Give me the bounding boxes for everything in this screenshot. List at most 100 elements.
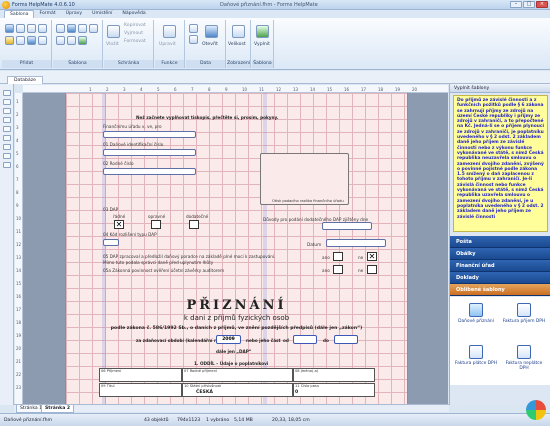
pointer-tool-icon[interactable] <box>3 90 11 96</box>
database-icon[interactable] <box>189 24 198 33</box>
checkbox-tool-icon[interactable] <box>3 126 11 132</box>
auditor-yes-checkbox[interactable] <box>333 265 343 274</box>
dap-regular-label: řádné <box>113 214 126 219</box>
canvas-area[interactable]: Než začnete vyplňovat tiskopis, přečtěte… <box>23 93 448 404</box>
nav-obalky[interactable]: Obálky <box>450 248 550 260</box>
menu-napoveda[interactable]: Nápověda <box>117 10 150 18</box>
add-field-icon[interactable] <box>27 36 36 45</box>
add-checkbox-icon[interactable] <box>27 24 36 33</box>
auditor-label: 05a Zákonná povinnost ověření účetní záv… <box>103 268 225 273</box>
box-tool-icon[interactable] <box>3 108 11 114</box>
copy-button[interactable]: Vyjmout <box>124 31 143 36</box>
dic-field[interactable] <box>103 149 196 156</box>
ruler-number: 15 <box>327 87 333 92</box>
from-date-field[interactable] <box>293 335 317 344</box>
ribbon-group-zobrazeni: Velikost Zobrazení <box>227 20 251 68</box>
page-tab-2[interactable]: Stránka 2 <box>41 405 75 413</box>
ruler-number: 8 <box>208 87 211 92</box>
office-field[interactable] <box>103 131 196 138</box>
dap-additional-checkbox[interactable] <box>189 220 199 229</box>
dap-corrective-checkbox[interactable] <box>151 220 161 229</box>
code-field[interactable] <box>103 239 119 246</box>
open-data-icon[interactable] <box>205 25 218 38</box>
edit-icon[interactable] <box>163 25 176 38</box>
to-date-field[interactable] <box>334 335 358 344</box>
birth-surname-label: 07 Rodné příjmení <box>184 369 217 373</box>
add-text-icon[interactable] <box>5 24 14 33</box>
cut-button[interactable]: Kopírovat <box>124 23 146 28</box>
ribbon-group-pridat: Přidat <box>2 20 52 68</box>
preview-icon[interactable] <box>78 36 87 45</box>
add-line-icon[interactable] <box>38 24 47 33</box>
surname-label: 06 Příjmení <box>101 369 122 373</box>
open-template-icon[interactable] <box>67 24 76 33</box>
edit-button[interactable]: Upravit <box>159 42 176 47</box>
template-item[interactable]: Daňové přiznání <box>454 303 498 343</box>
rc-field[interactable] <box>103 168 196 175</box>
add-image-icon[interactable] <box>5 36 14 45</box>
save-template-icon[interactable] <box>78 24 87 33</box>
dap-regular-checkbox[interactable]: ✕ <box>114 220 124 229</box>
nav-financni-urad[interactable]: Finanční úřad <box>450 260 550 272</box>
panel-title: Vyplnit šablony <box>454 86 490 91</box>
fill-icon[interactable] <box>256 25 269 38</box>
ruler-number: 14 <box>16 268 22 273</box>
reason-date-field[interactable] <box>322 222 372 230</box>
redo-icon[interactable] <box>67 36 76 45</box>
close-button[interactable]: × <box>536 1 548 8</box>
tab-databaze[interactable]: Databáze <box>7 76 43 84</box>
maximize-button[interactable]: □ <box>523 1 535 8</box>
template-item[interactable]: Faktura plátce DPH <box>454 345 498 385</box>
zoom-icon[interactable] <box>232 25 245 38</box>
open-button[interactable]: Otevřít <box>202 42 218 47</box>
add-box-icon[interactable] <box>16 24 25 33</box>
document-icon <box>469 345 483 359</box>
chart-icon[interactable] <box>526 400 546 420</box>
menu-upravy[interactable]: Úpravy <box>61 10 87 18</box>
add-shape-icon[interactable] <box>38 36 47 45</box>
form-page[interactable]: Než začnete vyplňovat tiskopis, přečtěte… <box>65 93 408 404</box>
nav-oblibene-sablony[interactable]: Oblíbené šablony <box>450 284 550 296</box>
template-item[interactable]: Faktura neplátce DPH <box>502 345 546 385</box>
menu-sablona[interactable]: Šablona <box>4 10 35 18</box>
nav-doklady[interactable]: Doklady <box>450 272 550 284</box>
advisor-yes-checkbox[interactable] <box>333 252 343 261</box>
format-button[interactable]: Formovat <box>124 39 146 44</box>
document-title: Daňové přiznání.fhm - Forms HelpMate <box>220 2 318 8</box>
advisor-no-checkbox[interactable]: ✕ <box>367 252 377 261</box>
menu-format[interactable]: Formát <box>34 10 60 18</box>
add-table-icon[interactable] <box>16 36 25 45</box>
field-tool-icon[interactable] <box>3 153 11 159</box>
size-button[interactable]: Velikost <box>228 42 246 47</box>
table-tool-icon[interactable] <box>3 144 11 150</box>
ruler-number: 12 <box>276 87 282 92</box>
year-field[interactable]: 2009 <box>216 335 241 344</box>
date-field[interactable] <box>326 239 386 247</box>
ruler-number: 19 <box>395 87 401 92</box>
ruler-number: 13 <box>16 255 22 260</box>
nav-posta[interactable]: Pošta <box>450 236 550 248</box>
print-icon[interactable] <box>89 24 98 33</box>
menu-umisteni[interactable]: Umístění <box>87 10 117 18</box>
stamp-label: Otisk podacího razítka finančního úřadu <box>272 199 344 203</box>
auditor-no-checkbox[interactable] <box>367 265 377 274</box>
line-tool-icon[interactable] <box>3 117 11 123</box>
fill-button[interactable]: Vyplnit <box>254 42 270 47</box>
paste-icon[interactable] <box>107 25 120 38</box>
minimize-button[interactable]: – <box>510 1 522 8</box>
new-template-icon[interactable] <box>56 24 65 33</box>
image-tool-icon[interactable] <box>3 135 11 141</box>
import-icon[interactable] <box>189 35 198 44</box>
ribbon-group-label: Schránka <box>104 60 153 68</box>
ruler-number: 21 <box>16 359 22 364</box>
paste-button[interactable]: Vložit <box>106 42 119 47</box>
template-item[interactable]: Faktura příjem DPH <box>502 303 546 343</box>
app-title: Forms HelpMate 4.0.6.10 <box>12 2 75 8</box>
horizontal-ruler: 1 2 3 4 5 6 7 8 9 10 11 12 13 14 15 16 17 18 19 20 <box>23 85 448 93</box>
text-tool-icon[interactable] <box>3 99 11 105</box>
ruler-number: 7 <box>16 177 19 182</box>
undo-icon[interactable] <box>56 36 65 45</box>
document-icon <box>517 345 531 359</box>
ruler-number: 5 <box>157 87 160 92</box>
zoom-tool-icon[interactable] <box>3 162 11 168</box>
